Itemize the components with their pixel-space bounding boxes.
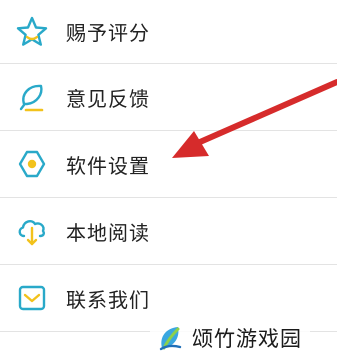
menu-item-label: 本地阅读 xyxy=(66,220,150,245)
menu-item-label: 意见反馈 xyxy=(66,86,150,111)
star-icon xyxy=(14,14,50,50)
watermark: 颂竹游戏园 xyxy=(150,318,310,358)
settings-gear-icon xyxy=(14,146,50,182)
menu-item-local-reading[interactable]: 本地阅读 xyxy=(0,198,337,265)
menu-item-label: 联系我们 xyxy=(66,287,150,312)
menu-item-feedback[interactable]: 意见反馈 xyxy=(0,64,337,131)
menu-item-rate[interactable]: 赐予评分 xyxy=(0,0,337,64)
menu-item-settings[interactable]: 软件设置 xyxy=(0,131,337,198)
menu-item-label: 软件设置 xyxy=(66,153,150,178)
menu-list: 赐予评分 意见反馈 软件设置 本地阅读 联系我们 xyxy=(0,0,337,332)
menu-item-label: 赐予评分 xyxy=(66,21,150,45)
watermark-text: 颂竹游戏园 xyxy=(192,327,302,351)
settings-menu-screen: 赐予评分 意见反馈 软件设置 本地阅读 联系我们 颂竹游戏园 xyxy=(0,0,337,364)
leaf-logo-icon xyxy=(156,323,186,353)
envelope-icon xyxy=(14,280,50,316)
cloud-download-icon xyxy=(14,213,50,249)
feedback-pen-icon xyxy=(14,79,50,115)
